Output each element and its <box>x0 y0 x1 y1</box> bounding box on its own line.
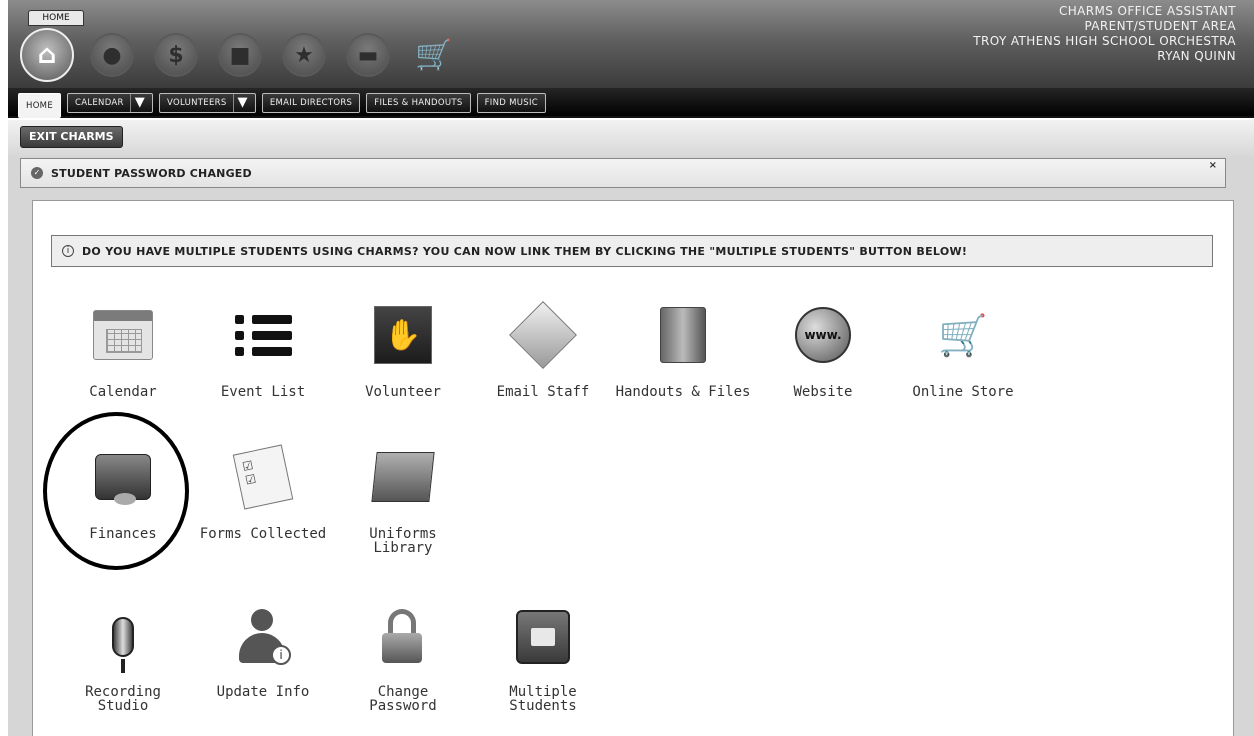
group-icon <box>513 607 573 667</box>
tile-label: Change <box>377 684 429 700</box>
notice-text: STUDENT PASSWORD CHANGED <box>51 166 252 180</box>
highlight-circle <box>43 412 189 570</box>
person-icon[interactable]: ● <box>90 33 134 77</box>
dollar-icon[interactable]: $ <box>154 33 198 77</box>
user-info-icon: i <box>233 607 293 667</box>
nav-home[interactable]: HOME <box>18 93 61 118</box>
nav-files-handouts[interactable]: FILES & HANDOUTS <box>366 93 471 113</box>
area-name: PARENT/STUDENT AREA <box>1084 19 1236 33</box>
tile-multiple-students[interactable]: Multiple Students <box>473 607 613 713</box>
app-header: HOME ⌂ ● $ ■ ★ ▬ 🛒 CHARMS OFFICE ASSISTA… <box>8 0 1254 90</box>
tile-label: Library <box>373 540 433 556</box>
nav-email-directors[interactable]: EMAIL DIRECTORS <box>261 93 361 113</box>
tile-event-list[interactable]: Event List <box>193 305 333 399</box>
home-icon[interactable]: ⌂ <box>20 28 74 82</box>
user-name: RYAN QUINN <box>1157 49 1236 63</box>
tile-update-info[interactable]: i Update Info <box>193 607 333 699</box>
nav-items: HOME CALENDAR ▼ VOLUNTEERS ▼ EMAIL DIREC… <box>18 93 552 118</box>
home-tab-label: HOME <box>28 10 84 26</box>
tile-label: Recording <box>85 684 161 700</box>
tile-label: Password <box>369 698 437 714</box>
nav-find-music[interactable]: FIND MUSIC <box>476 93 547 113</box>
tile-forms-collected[interactable]: ☑ ☑ Forms Collected <box>193 444 333 542</box>
tile-label: Uniforms <box>369 526 437 542</box>
chat-icon[interactable]: ▬ <box>346 33 390 77</box>
tile-handouts-files[interactable]: Handouts & Files <box>613 305 753 399</box>
info-banner-text: DO YOU HAVE MULTIPLE STUDENTS USING CHAR… <box>82 244 968 258</box>
main-panel: i DO YOU HAVE MULTIPLE STUDENTS USING CH… <box>32 200 1234 736</box>
tile-label: Calendar <box>89 384 157 400</box>
status-notice: ✓ STUDENT PASSWORD CHANGED × <box>20 158 1226 188</box>
cart-icon: 🛒 <box>938 312 988 359</box>
globe-icon: www. <box>793 305 853 365</box>
globe-text: www. <box>795 307 851 363</box>
nav-bar: HOME CALENDAR ▼ VOLUNTEERS ▼ EMAIL DIREC… <box>8 88 1254 118</box>
nav-calendar-label: CALENDAR <box>75 98 124 108</box>
cart-icon[interactable]: 🛒 <box>410 33 458 77</box>
folder-icon <box>653 305 713 365</box>
tile-label: Update Info <box>216 684 310 700</box>
list-icon <box>233 305 293 365</box>
star-icon[interactable]: ★ <box>282 33 326 77</box>
app-name: CHARMS OFFICE ASSISTANT <box>1058 4 1236 18</box>
tile-label: Volunteer <box>365 384 441 400</box>
tile-volunteer[interactable]: ✋ Volunteer <box>333 305 473 399</box>
organization-name: TROY ATHENS HIGH SCHOOL ORCHESTRA <box>973 34 1236 48</box>
tile-label: Studio <box>97 698 149 714</box>
calendar-icon <box>93 305 153 365</box>
tile-label: Event List <box>220 384 306 400</box>
tile-recording-studio[interactable]: Recording Studio <box>53 607 193 713</box>
tile-online-store[interactable]: 🛒 Online Store <box>893 305 1033 400</box>
microphone-icon <box>93 607 153 673</box>
top-icon-row: ⌂ ● $ ■ ★ ▬ 🛒 <box>20 26 458 84</box>
tile-label: Email Staff <box>496 384 590 400</box>
chevron-down-icon[interactable]: ▼ <box>129 94 145 112</box>
tile-calendar[interactable]: Calendar <box>53 305 193 399</box>
sub-bar: EXIT CHARMS <box>8 120 1254 156</box>
tile-label: Online Store <box>912 384 1014 400</box>
tile-website[interactable]: www. Website <box>753 305 893 399</box>
tile-label: Website <box>793 384 853 400</box>
nav-volunteers-label: VOLUNTEERS <box>167 98 227 108</box>
tile-label: Multiple <box>509 684 577 700</box>
checklist-icon: ☑ ☑ <box>232 444 294 510</box>
info-icon: i <box>62 245 74 257</box>
checkmark-icon: ✓ <box>31 167 43 179</box>
lock-icon <box>373 607 433 667</box>
boxes-icon <box>371 447 435 507</box>
chevron-down-icon[interactable]: ▼ <box>232 94 248 112</box>
tile-email-staff[interactable]: Email Staff <box>473 301 613 400</box>
envelope-icon <box>509 301 577 369</box>
briefcase-icon[interactable]: ■ <box>218 33 262 77</box>
tile-uniforms-library[interactable]: Uniforms Library <box>333 447 473 555</box>
tile-label: Students <box>509 698 577 714</box>
tile-label: Handouts & Files <box>615 384 751 400</box>
raised-hands-icon: ✋ <box>373 305 433 365</box>
nav-volunteers[interactable]: VOLUNTEERS ▼ <box>159 93 256 113</box>
nav-calendar[interactable]: CALENDAR ▼ <box>67 93 154 113</box>
tile-change-password[interactable]: Change Password <box>333 607 473 713</box>
tile-label: Forms Collected <box>199 526 327 542</box>
close-icon[interactable]: × <box>1209 160 1217 171</box>
exit-charms-button[interactable]: EXIT CHARMS <box>20 126 123 148</box>
info-banner: i DO YOU HAVE MULTIPLE STUDENTS USING CH… <box>51 235 1213 267</box>
header-info: CHARMS OFFICE ASSISTANT PARENT/STUDENT A… <box>973 4 1236 64</box>
